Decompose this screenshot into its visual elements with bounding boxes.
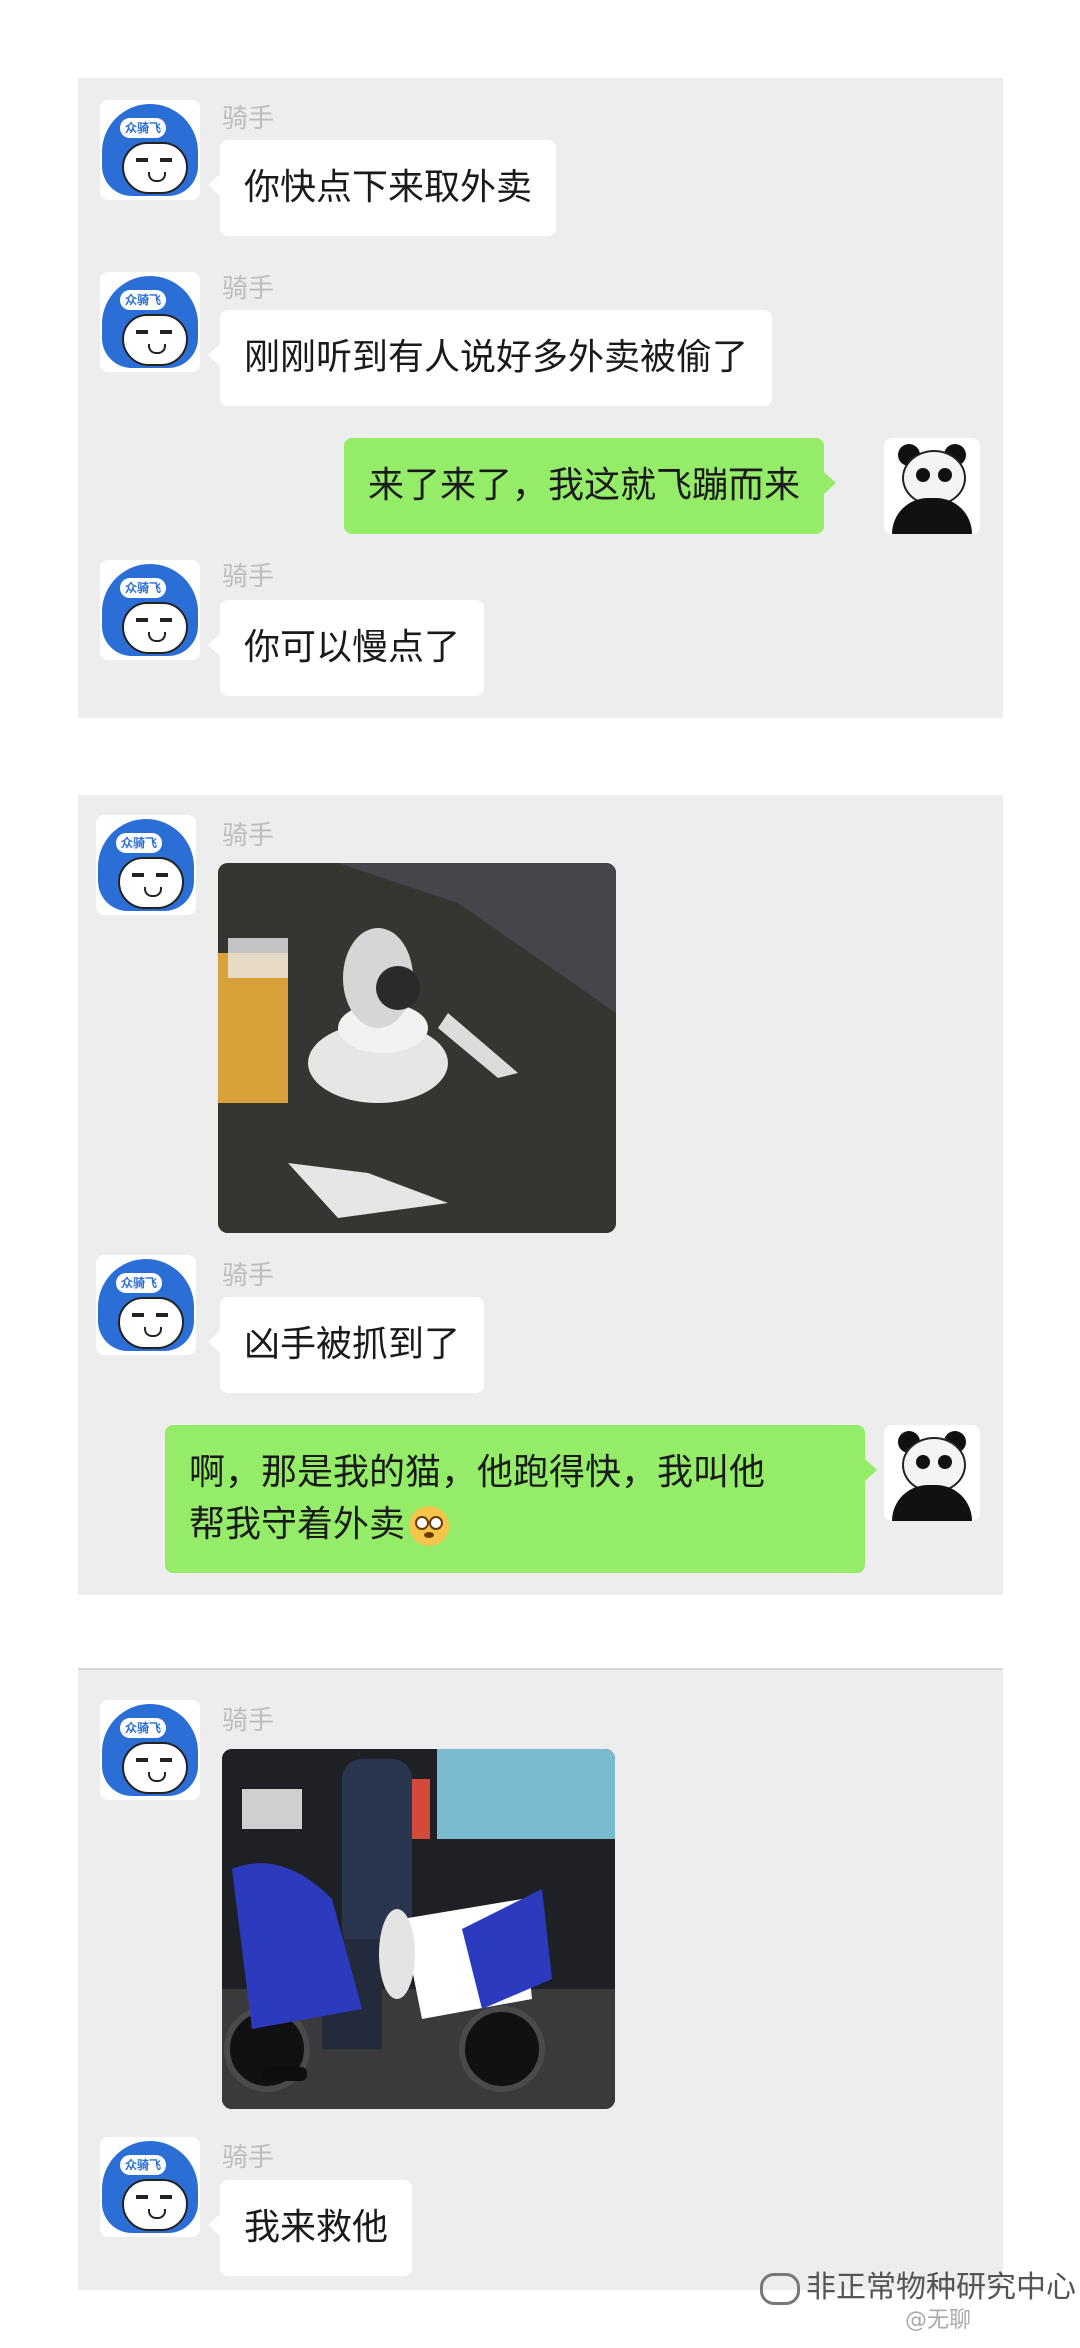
sender-name: 骑手 bbox=[222, 562, 275, 592]
sender-name: 骑手 bbox=[222, 821, 275, 851]
rider-avatar[interactable]: 众骑飞 bbox=[96, 815, 196, 915]
message-line: 帮我守着外卖 bbox=[189, 1504, 406, 1545]
sender-name: 骑手 bbox=[222, 2143, 275, 2173]
rider-avatar[interactable]: 众骑飞 bbox=[100, 560, 200, 660]
rider-avatar[interactable]: 众骑飞 bbox=[100, 100, 200, 200]
sub-watermark: @无聊 bbox=[905, 2308, 972, 2333]
police-officer-on-scooter-holding-cat-photo[interactable] bbox=[222, 1749, 615, 2109]
message-bubble[interactable]: 刚刚听到有人说好多外卖被偷了 bbox=[207, 310, 773, 406]
my-message-bubble[interactable]: 来了来了，我这就飞蹦而来 bbox=[344, 438, 837, 534]
cat-on-takeout-bag-photo[interactable] bbox=[218, 863, 616, 1233]
message-bubble[interactable]: 凶手被抓到了 bbox=[207, 1297, 485, 1393]
message-bubble[interactable]: 你快点下来取外卖 bbox=[207, 140, 557, 236]
rider-avatar[interactable]: 众骑飞 bbox=[96, 1255, 196, 1355]
sender-name: 骑手 bbox=[222, 104, 275, 134]
sender-name: 骑手 bbox=[222, 1261, 275, 1291]
message-bubble[interactable]: 你可以慢点了 bbox=[207, 600, 485, 696]
sender-name: 骑手 bbox=[222, 1706, 275, 1736]
my-message-bubble[interactable]: 啊，那是我的猫，他跑得快，我叫他 帮我守着外卖 bbox=[165, 1425, 877, 1573]
panda-meme-avatar-icon[interactable] bbox=[884, 1425, 980, 1521]
panda-meme-avatar-icon[interactable] bbox=[884, 438, 980, 534]
watermark-text: 非正常物种研究中心 bbox=[806, 2270, 1076, 2305]
wechat-icon bbox=[760, 2272, 800, 2305]
shocked-face-emoji-icon bbox=[409, 1506, 450, 1546]
rider-avatar[interactable]: 众骑飞 bbox=[100, 272, 200, 372]
message-line: 啊，那是我的猫，他跑得快，我叫他 bbox=[189, 1452, 766, 1493]
rider-avatar[interactable]: 众骑飞 bbox=[100, 2137, 200, 2237]
rider-avatar[interactable]: 众骑飞 bbox=[100, 1700, 200, 1800]
watermark: 非正常物种研究中心 bbox=[760, 2262, 1076, 2306]
sender-name: 骑手 bbox=[222, 274, 275, 304]
message-bubble[interactable]: 我来救他 bbox=[207, 2180, 413, 2276]
